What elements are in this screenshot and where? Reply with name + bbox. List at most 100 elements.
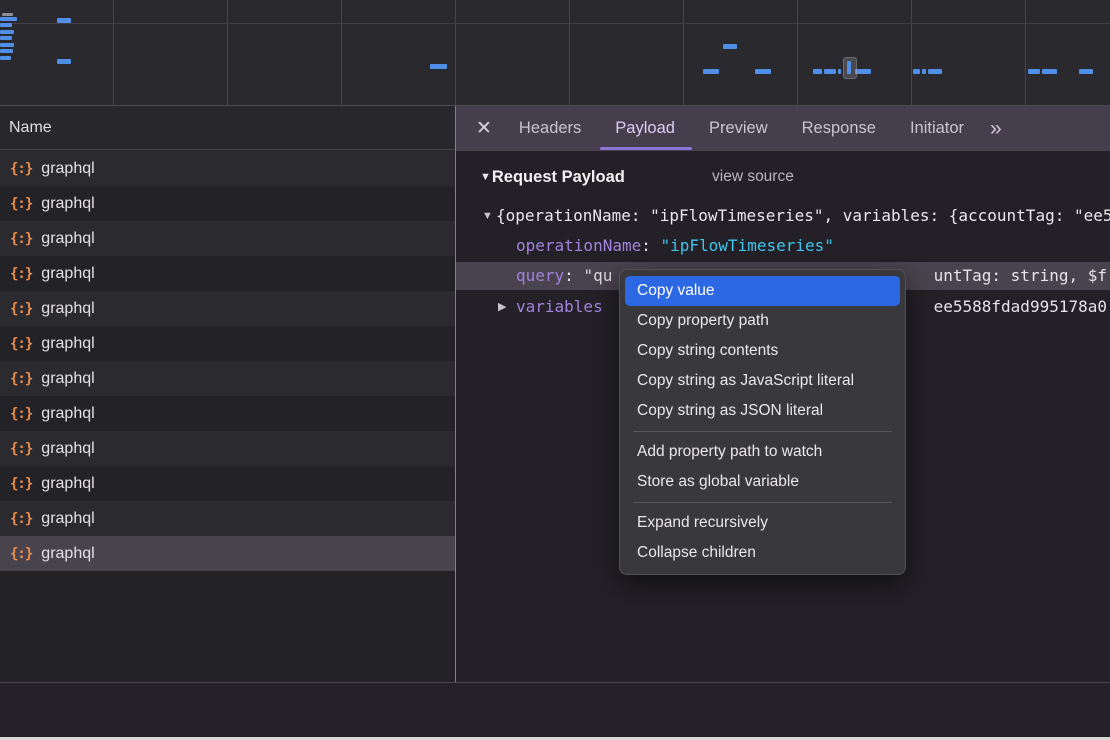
variables-disclosure-icon[interactable]: ▶ (498, 292, 506, 322)
request-name: graphql (41, 370, 94, 388)
network-request-list: {:} graphql {:} graphql {:} graphql {:} graphql… (0, 151, 455, 571)
view-source-link[interactable]: view source (712, 164, 794, 190)
json-request-icon: {:} (10, 371, 32, 387)
network-request-row[interactable]: {:}graphql (0, 396, 455, 431)
request-name: graphql (41, 195, 94, 213)
menu-item-collapse-children[interactable]: Collapse children (625, 538, 900, 568)
network-request-row[interactable]: {:} graphql (0, 291, 455, 326)
summary-footer (0, 682, 1110, 737)
waterfall-bar (430, 64, 447, 69)
menu-item-expand-recursively[interactable]: Expand recursively (625, 508, 900, 538)
json-request-icon: {:} (10, 511, 32, 527)
request-name: graphql (41, 440, 94, 458)
json-request-icon: {:} (10, 161, 32, 177)
network-request-row[interactable]: {:} graphql (0, 431, 455, 466)
json-request-icon: {:} (10, 196, 32, 212)
waterfall-bar (0, 30, 14, 34)
waterfall-bar (57, 18, 71, 23)
waterfall-bar (913, 69, 920, 74)
detail-tabs: Headers Payload Preview Response Initiator (519, 106, 964, 151)
overview-gridline (341, 0, 342, 105)
menu-item-copy-string-as-json-literal[interactable]: Copy string as JSON literal (625, 396, 900, 426)
waterfall-bar (855, 69, 871, 74)
name-column-label: Name (9, 119, 52, 136)
detail-tabbar: ✕ Headers Payload Preview Response Initiator… (456, 106, 1110, 151)
json-request-icon: {:} (10, 441, 32, 457)
json-request-icon: {:} (10, 231, 32, 247)
waterfall-bar (0, 17, 17, 21)
waterfall-bar (824, 69, 836, 74)
overview-gridline (455, 0, 456, 105)
network-request-row[interactable]: {:}graphql (0, 221, 455, 256)
section-disclosure-icon[interactable]: ▼ (480, 171, 491, 183)
waterfall-bar (0, 23, 12, 27)
network-request-row[interactable]: {:} graphql (0, 536, 455, 571)
waterfall-bar (57, 59, 71, 64)
overview-gridline (569, 0, 570, 105)
overview-gridline (797, 0, 798, 105)
request-name: graphql (41, 545, 94, 563)
tab-headers[interactable]: Headers (519, 106, 581, 151)
close-icon[interactable]: ✕ (476, 117, 492, 140)
waterfall-bar (755, 69, 771, 74)
payload-root-row[interactable]: ▼ {operationName: "ipFlowTimeseries", va… (456, 201, 1110, 231)
menu-item-copy-string-as-javascript-literal[interactable]: Copy string as JavaScript literal (625, 366, 900, 396)
json-key: variables (516, 292, 603, 322)
network-request-row[interactable]: {:} graphql (0, 186, 455, 221)
json-request-icon: {:} (10, 336, 32, 352)
more-tabs-icon[interactable]: » (990, 118, 1002, 139)
waterfall-bar (1042, 69, 1057, 74)
menu-item-add-property-path-to-watch[interactable]: Add property path to watch (625, 437, 900, 467)
operation-name-row[interactable]: operationName: "ipFlowTimeseries" (456, 231, 1110, 261)
waterfall-bar (813, 69, 822, 74)
section-title: Request Payload (492, 168, 625, 187)
request-name: graphql (41, 335, 94, 353)
json-request-icon: {:} (10, 476, 32, 492)
network-request-row[interactable]: {:} graphql (0, 361, 455, 396)
network-overview-strip[interactable] (0, 0, 1110, 106)
menu-item-store-as-global-variable[interactable]: Store as global variable (625, 467, 900, 497)
json-request-icon: {:} (10, 266, 32, 282)
waterfall-bar (1079, 69, 1093, 74)
request-payload-section[interactable]: ▼ Request Payload (480, 164, 625, 190)
devtools-network-panel: Name {:}graphql{:}graphql{:}graphql{:}gr… (0, 0, 1110, 740)
json-request-icon: {:} (10, 301, 32, 317)
root-disclosure-icon[interactable]: ▼ (482, 201, 493, 231)
waterfall-bar (0, 43, 14, 47)
waterfall-bar (922, 69, 926, 74)
tab-initiator[interactable]: Initiator (910, 106, 964, 151)
tab-preview[interactable]: Preview (709, 106, 768, 151)
overview-gridline (1025, 0, 1026, 105)
waterfall-bar (928, 69, 942, 74)
json-key: operationName (516, 236, 641, 255)
request-name: graphql (41, 160, 94, 178)
overview-gridline-horizontal (0, 23, 1110, 24)
network-request-row[interactable]: {:}graphql (0, 466, 455, 501)
waterfall-bar (723, 44, 737, 49)
request-name: graphql (41, 265, 94, 283)
overview-gridline (227, 0, 228, 105)
menu-item-copy-value[interactable]: Copy value (625, 276, 900, 306)
network-request-row[interactable]: {:} graphql (0, 326, 455, 361)
request-name: graphql (41, 300, 94, 318)
json-request-icon: {:} (10, 546, 32, 562)
json-key: query (516, 266, 564, 285)
request-name: graphql (41, 405, 94, 423)
waterfall-bar (703, 69, 719, 74)
payload-object-preview: {operationName: "ipFlowTimeseries", vari… (496, 201, 1110, 231)
context-menu: Copy valueCopy property pathCopy string … (619, 269, 906, 575)
network-request-row[interactable]: {:}graphql (0, 501, 455, 536)
waterfall-bar (0, 56, 11, 60)
network-request-row[interactable]: {:} graphql (0, 256, 455, 291)
menu-item-copy-property-path[interactable]: Copy property path (625, 306, 900, 336)
menu-separator (633, 502, 892, 503)
json-string-value-end: untTag: string, $f (934, 262, 1107, 290)
tab-payload[interactable]: Payload (615, 106, 675, 151)
tab-response[interactable]: Response (802, 106, 876, 151)
menu-item-copy-string-contents[interactable]: Copy string contents (625, 336, 900, 366)
name-column-header[interactable]: Name (0, 106, 455, 150)
waterfall-bar (0, 36, 12, 40)
overview-gridline (113, 0, 114, 105)
network-request-row[interactable]: {:} graphql (0, 151, 455, 186)
variables-preview-end: ee5588fdad995178a0 (934, 292, 1107, 322)
